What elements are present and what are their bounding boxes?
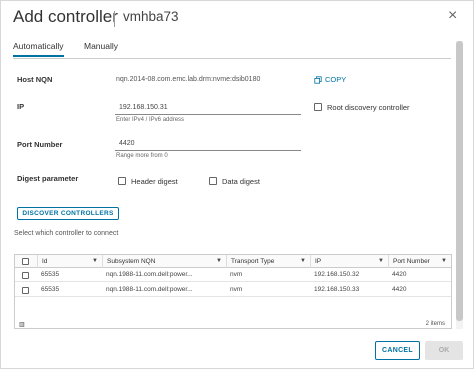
cell-transport-type: nvm: [230, 286, 243, 293]
controllers-grid: Id ▼ Subsystem NQN ▼ Transport Type ▼ IP…: [14, 254, 452, 329]
row-checkbox[interactable]: [22, 272, 29, 279]
cell-ip: 192.168.150.33: [314, 286, 360, 293]
table-row[interactable]: 65535 nqn.1988-11.com.dell:power... nvm …: [15, 283, 451, 297]
ip-input[interactable]: 192.168.150.31: [115, 102, 301, 115]
host-nqn-label: Host NQN: [17, 75, 53, 84]
tab-manually[interactable]: Manually: [84, 41, 118, 51]
tabs-divider: [13, 58, 451, 59]
column-header-id[interactable]: Id ▼: [37, 255, 102, 268]
filter-icon[interactable]: ▼: [300, 255, 306, 268]
cell-subsystem-nqn: nqn.1988-11.com.dell:power...: [106, 271, 193, 278]
port-number-hint: Range more from 0: [116, 153, 168, 159]
cell-transport-type: nvm: [230, 271, 243, 278]
column-toggle-icon[interactable]: ▥: [19, 321, 25, 328]
digest-parameter-label: Digest parameter: [17, 174, 79, 183]
port-number-input[interactable]: 4420: [115, 138, 301, 151]
data-digest-label: Data digest: [222, 177, 260, 186]
add-controller-dialog: Add controller vmhba73 × Automatically M…: [0, 0, 474, 369]
cell-subsystem-nqn: nqn.1988-11.com.dell:power...: [106, 286, 193, 293]
dialog-subtitle: vmhba73: [123, 9, 179, 24]
filter-icon[interactable]: ▼: [441, 255, 447, 268]
root-discovery-checkbox[interactable]: [314, 103, 322, 111]
copy-label: COPY: [325, 75, 347, 84]
column-header-subsystem-nqn-label: Subsystem NQN: [107, 258, 156, 265]
ip-label: IP: [17, 102, 25, 111]
column-header-port-number[interactable]: Port Number ▼: [388, 255, 451, 268]
close-icon[interactable]: ×: [448, 8, 457, 24]
copy-button[interactable]: COPY: [314, 75, 346, 84]
column-header-transport-type[interactable]: Transport Type ▼: [226, 255, 310, 268]
cell-port-number: 4420: [392, 271, 407, 278]
select-all-checkbox[interactable]: [22, 258, 29, 265]
copy-icon: [314, 75, 322, 84]
row-checkbox[interactable]: [22, 287, 29, 294]
dialog-title: Add controller: [13, 7, 118, 26]
port-number-label: Port Number: [17, 140, 63, 149]
cancel-button[interactable]: CANCEL: [375, 341, 420, 360]
column-header-port-number-label: Port Number: [393, 258, 430, 265]
column-header-ip[interactable]: IP ▼: [310, 255, 388, 268]
column-header-subsystem-nqn[interactable]: Subsystem NQN ▼: [102, 255, 226, 268]
header-digest-label: Header digest: [131, 177, 178, 186]
filter-icon[interactable]: ▼: [92, 255, 98, 268]
title-separator: [114, 11, 115, 27]
tab-automatically[interactable]: Automatically: [13, 41, 64, 57]
filter-icon[interactable]: ▼: [216, 255, 222, 268]
ip-hint: Enter IPv4 / IPv6 address: [116, 117, 185, 123]
discover-controllers-button[interactable]: DISCOVER CONTROLLERS: [17, 207, 119, 220]
item-count: 2 items: [425, 321, 445, 327]
grid-header: Id ▼ Subsystem NQN ▼ Transport Type ▼ IP…: [15, 255, 451, 268]
column-header-id-label: Id: [42, 258, 48, 265]
filter-icon[interactable]: ▼: [378, 255, 384, 268]
column-header-ip-label: IP: [315, 258, 322, 265]
ok-button[interactable]: OK: [425, 341, 463, 360]
column-header-transport-type-label: Transport Type: [231, 258, 275, 265]
root-discovery-label: Root discovery controller: [327, 103, 410, 112]
cell-port-number: 4420: [392, 286, 407, 293]
select-controller-hint: Select which controller to connect: [14, 230, 119, 237]
header-digest-checkbox[interactable]: [118, 177, 126, 185]
table-row[interactable]: 65535 nqn.1988-11.com.dell:power... nvm …: [15, 268, 451, 282]
cell-id: 65535: [41, 271, 60, 278]
vertical-scrollbar-thumb[interactable]: [456, 41, 463, 321]
cell-id: 65535: [41, 286, 60, 293]
cell-ip: 192.168.150.32: [314, 271, 360, 278]
data-digest-checkbox[interactable]: [209, 177, 217, 185]
host-nqn-value: nqn.2014-08.com.emc.lab.drm:nvme:dsib018…: [116, 76, 261, 83]
